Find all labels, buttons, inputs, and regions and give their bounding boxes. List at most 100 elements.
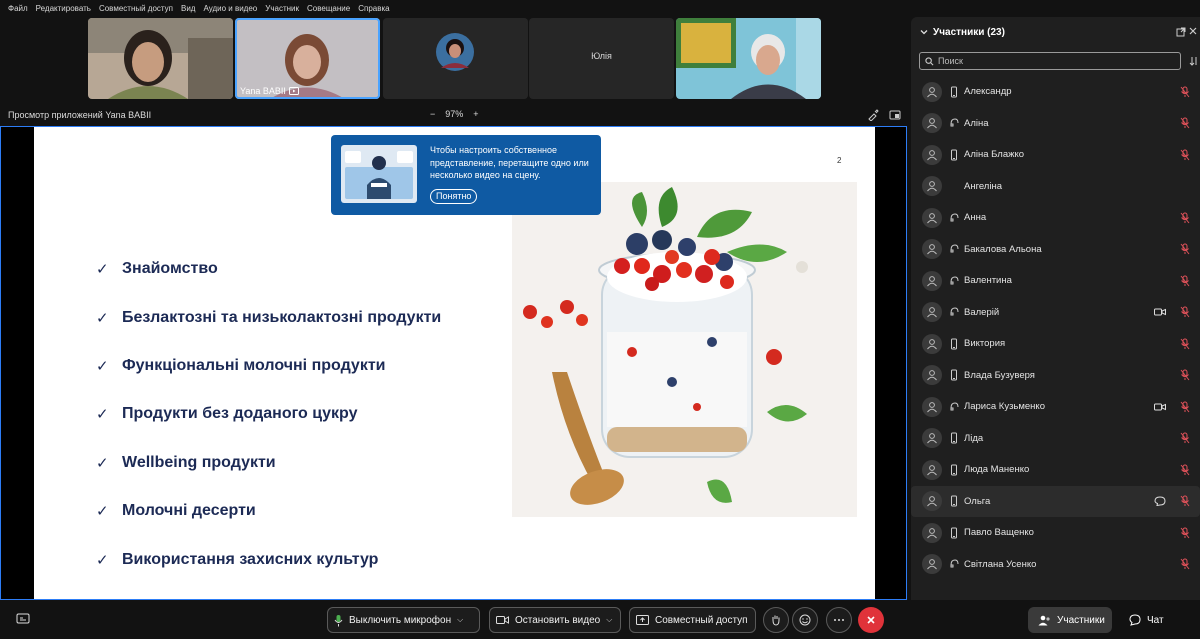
mic-muted-icon[interactable] (1180, 243, 1190, 255)
video-on-icon (1154, 403, 1166, 411)
mic-muted-icon[interactable] (1180, 464, 1190, 476)
menu-participant[interactable]: Участник (261, 0, 303, 18)
check-icon: ✓ (96, 405, 109, 424)
leave-meeting-button[interactable] (858, 607, 884, 633)
participant-video (676, 18, 821, 99)
computer-audio-icon (950, 402, 959, 411)
search-input[interactable] (938, 56, 1158, 66)
participant-name: Павло Ващенко (964, 527, 1034, 539)
mic-muted-icon[interactable] (1180, 117, 1190, 129)
avatar (922, 207, 942, 228)
close-icon[interactable] (1188, 26, 1198, 36)
mic-muted-icon[interactable] (1180, 306, 1190, 318)
stop-video-button[interactable]: Остановить видео ⌵ (489, 607, 621, 633)
participant-list: Александр Аліна Аліна Блажко Ангеліна Анна Ба… (911, 76, 1200, 580)
user-icon (927, 244, 937, 255)
video-tile-5[interactable] (676, 18, 821, 99)
reactions-button[interactable] (792, 607, 818, 633)
participant-name: Бакалова Альона (964, 243, 1042, 255)
menu-audio-video[interactable]: Аудио и видео (199, 0, 261, 18)
avatar (922, 459, 942, 480)
zoom-in-button[interactable]: + (473, 109, 478, 119)
chevron-down-icon[interactable]: ⌵ (606, 615, 612, 625)
participant-name: Валерій (964, 306, 1000, 318)
avatar (922, 239, 942, 260)
collapse-chevron-icon[interactable] (919, 27, 929, 37)
microphone-icon (334, 614, 343, 626)
menu-file[interactable]: Файл (4, 0, 32, 18)
mic-muted-icon[interactable] (1180, 212, 1190, 224)
participant-row[interactable]: Світлана Усенко (911, 549, 1200, 581)
got-it-button[interactable]: Понятно (430, 189, 478, 204)
mic-muted-icon[interactable] (1180, 369, 1190, 381)
participant-row[interactable]: Лариса Кузьменко (911, 391, 1200, 423)
participant-name: Влада Бузуверя (964, 369, 1035, 381)
check-icon: ✓ (96, 260, 109, 279)
mic-muted-icon[interactable] (1180, 527, 1190, 539)
camera-icon (496, 616, 509, 624)
menu-view[interactable]: Вид (177, 0, 199, 18)
stop-video-label: Остановить видео (515, 614, 601, 626)
menu-edit[interactable]: Редактировать (32, 0, 95, 18)
bullet-item: ✓ Молочні десерти (96, 487, 441, 535)
participant-row[interactable]: Ангеліна (911, 171, 1200, 203)
popout-icon[interactable] (1176, 27, 1186, 37)
participant-row[interactable]: Аліна Блажко (911, 139, 1200, 171)
mute-button[interactable]: Выключить микрофон ⌵ (327, 607, 480, 633)
sort-icon[interactable] (1189, 56, 1199, 66)
participant-row[interactable]: Павло Ващенко (911, 517, 1200, 549)
captions-icon[interactable] (16, 612, 30, 626)
participant-row[interactable]: Аліна (911, 108, 1200, 140)
participant-row[interactable]: Люда Маненко (911, 454, 1200, 486)
mic-muted-icon[interactable] (1180, 495, 1190, 507)
participant-name: Ліда (964, 432, 984, 444)
participant-row[interactable]: Ольга (911, 485, 1200, 517)
video-tile-3[interactable] (383, 18, 528, 99)
chat-bubble-icon[interactable] (1154, 496, 1166, 507)
avatar (922, 270, 942, 291)
participant-row[interactable]: Влада Бузуверя (911, 360, 1200, 392)
user-icon (927, 401, 937, 413)
hand-icon (772, 615, 780, 626)
zoom-out-button[interactable]: − (430, 109, 435, 119)
yogurt-parfait-image (512, 182, 857, 517)
video-tile-2[interactable]: Yana BABII (235, 18, 380, 99)
search-box[interactable] (919, 52, 1181, 70)
raise-hand-button[interactable] (763, 607, 789, 633)
annotate-icon[interactable] (867, 109, 879, 121)
share-info-bar: Просмотр приложений Yana BABII − 97% + (0, 108, 905, 124)
participant-row[interactable]: Александр (911, 76, 1200, 108)
slide-number: 2 (837, 156, 842, 165)
participant-row[interactable]: Виктория (911, 328, 1200, 360)
mic-muted-icon[interactable] (1180, 558, 1190, 570)
more-options-button[interactable] (826, 607, 852, 633)
participant-video (88, 18, 233, 99)
device-phone-icon (951, 527, 957, 539)
participant-row[interactable]: Бакалова Альона (911, 234, 1200, 266)
menu-share[interactable]: Совместный доступ (95, 0, 177, 18)
menu-help[interactable]: Справка (354, 0, 393, 18)
participants-toggle-button[interactable]: Участники (1028, 607, 1112, 633)
check-icon: ✓ (96, 550, 109, 569)
mic-muted-icon[interactable] (1180, 338, 1190, 350)
bullet-text: Wellbeing продукти (122, 453, 276, 471)
menu-meeting[interactable]: Совещание (303, 0, 354, 18)
chat-toggle-button[interactable]: Чат (1123, 607, 1168, 633)
participant-row[interactable]: Валентина (911, 265, 1200, 297)
zoom-level: 97% (445, 109, 464, 119)
popout-view-icon[interactable] (889, 109, 901, 121)
mic-muted-icon[interactable] (1180, 401, 1190, 413)
chevron-down-icon[interactable]: ⌵ (457, 615, 463, 625)
video-tile-4[interactable]: Юлія (529, 18, 674, 99)
participant-row[interactable]: Ліда (911, 423, 1200, 455)
participant-name: Люда Маненко (964, 464, 1030, 476)
participant-row[interactable]: Валерій (911, 297, 1200, 329)
mic-muted-icon[interactable] (1180, 432, 1190, 444)
mic-muted-icon[interactable] (1180, 86, 1190, 98)
mic-muted-icon[interactable] (1180, 275, 1190, 287)
participant-row[interactable]: Анна (911, 202, 1200, 234)
bullet-text: Знайомство (122, 260, 218, 278)
share-button[interactable]: Совместный доступ (629, 607, 756, 633)
video-tile-1[interactable] (88, 18, 233, 99)
mic-muted-icon[interactable] (1180, 149, 1190, 161)
